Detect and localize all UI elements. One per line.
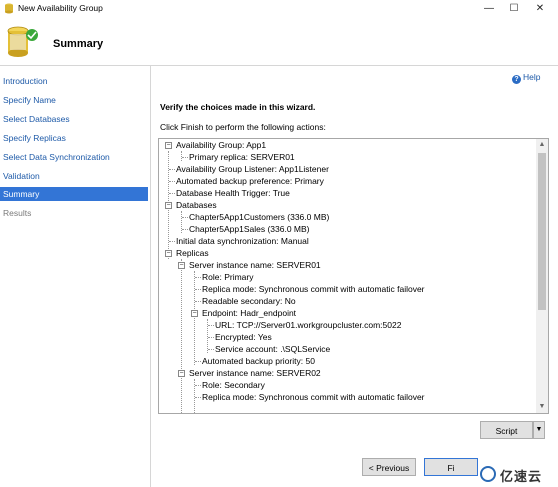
sidebar-item-introduction[interactable]: Introduction	[0, 74, 148, 88]
help-icon: ?	[512, 75, 521, 84]
tree-connector	[181, 151, 182, 161]
collapse-toggle[interactable]: −	[178, 370, 185, 377]
sidebar-item-summary[interactable]: Summary	[0, 187, 148, 201]
help-label: Help	[523, 72, 541, 82]
watermark-text: 亿速云	[500, 469, 543, 484]
page-title: Summary	[53, 38, 104, 50]
script-dropdown-button[interactable]: ▼	[533, 421, 545, 439]
watermark-logo-icon	[480, 466, 496, 482]
tree-item: Server instance name: SERVER02	[189, 368, 321, 378]
sidebar-item-validation[interactable]: Validation	[0, 169, 148, 183]
tree-item: Automated backup preference: Primary	[176, 176, 324, 186]
tree-item: Database Health Trigger: True	[176, 188, 290, 198]
summary-heading: Verify the choices made in this wizard.	[160, 102, 316, 112]
tree-item: Role: Secondary	[202, 380, 265, 390]
summary-instructions: Click Finish to perform the following ac…	[160, 122, 326, 132]
sidebar-item-select-databases[interactable]: Select Databases	[0, 112, 148, 126]
summary-tree[interactable]: − Availability Group: App1 Primary repli…	[158, 138, 549, 414]
tree-connector	[169, 181, 175, 182]
tree-connector	[195, 361, 201, 362]
tree-item: Role: Primary	[202, 272, 254, 282]
tree-item: Replica mode: Synchronous commit with au…	[202, 392, 425, 402]
sidebar-item-select-data-sync[interactable]: Select Data Synchronization	[0, 150, 148, 164]
close-button[interactable]: ✕	[528, 0, 552, 17]
chevron-down-icon: ▼	[535, 426, 543, 433]
tree-item: Databases	[176, 200, 217, 210]
tree-item: Server instance name: SERVER01	[189, 260, 321, 270]
sidebar-item-specify-replicas[interactable]: Specify Replicas	[0, 131, 148, 145]
database-wizard-icon	[7, 26, 38, 57]
tree-item: Automated backup priority: 50	[202, 356, 315, 366]
availability-group-icon	[5, 3, 13, 14]
tree-connector	[195, 277, 201, 278]
watermark: 亿速云	[478, 463, 558, 487]
wizard-sidebar: Introduction Specify Name Select Databas…	[0, 66, 151, 487]
tree-connector	[208, 325, 214, 326]
previous-button[interactable]: < Previous	[362, 458, 416, 476]
collapse-toggle[interactable]: −	[165, 250, 172, 257]
finish-button[interactable]: Fi	[424, 458, 478, 476]
collapse-toggle[interactable]: −	[191, 310, 198, 317]
collapse-toggle[interactable]: −	[165, 202, 172, 209]
window-title: New Availability Group	[18, 3, 103, 13]
tree-connector	[182, 217, 188, 218]
minimize-button[interactable]: —	[477, 0, 501, 17]
tree-connector	[181, 259, 182, 413]
tree-connector	[195, 397, 201, 398]
tree-connector	[194, 271, 195, 365]
scrollbar-thumb[interactable]	[538, 153, 546, 310]
tree-item: Initial data synchronization: Manual	[176, 236, 309, 246]
tree-connector	[182, 229, 188, 230]
tree-item: Service account: .\SQLService	[215, 344, 331, 354]
tree-scrollbar[interactable]: ▲ ▼	[536, 139, 548, 413]
scroll-up-icon[interactable]: ▲	[536, 139, 548, 151]
tree-item: Primary replica: SERVER01	[189, 152, 295, 162]
tree-connector	[169, 241, 175, 242]
tree-item: Chapter5App1Customers (336.0 MB)	[189, 212, 330, 222]
tree-item: Availability Group Listener: App1Listene…	[176, 164, 329, 174]
tree-item: Endpoint: Hadr_endpoint	[202, 308, 297, 318]
tree-connector	[195, 385, 201, 386]
help-link[interactable]: ? Help	[512, 72, 540, 84]
title-bar: New Availability Group — ☐ ✕	[0, 0, 558, 17]
tree-connector	[208, 337, 214, 338]
sidebar-item-specify-name[interactable]: Specify Name	[0, 93, 148, 107]
sidebar-item-results: Results	[3, 208, 32, 218]
tree-connector	[182, 157, 188, 158]
tree-item: URL: TCP://Server01.workgroupcluster.com…	[215, 320, 402, 330]
collapse-toggle[interactable]: −	[165, 142, 172, 149]
tree-item: Replica mode: Synchronous commit with au…	[202, 284, 425, 294]
tree-connector	[169, 193, 175, 194]
tree-item: Encrypted: Yes	[215, 332, 272, 342]
tree-item: Readable secondary: No	[202, 296, 296, 306]
tree-item: Replicas	[176, 248, 209, 258]
tree-item: Chapter5App1Sales (336.0 MB)	[189, 224, 310, 234]
tree-connector	[195, 289, 201, 290]
tree-connector	[208, 349, 214, 350]
script-button[interactable]: Script	[480, 421, 533, 439]
wizard-header: Summary	[0, 17, 558, 66]
tree-connector	[195, 301, 201, 302]
scroll-down-icon[interactable]: ▼	[536, 401, 548, 413]
tree-item: Availability Group: App1	[176, 140, 267, 150]
maximize-button[interactable]: ☐	[502, 0, 526, 17]
tree-connector	[169, 169, 175, 170]
collapse-toggle[interactable]: −	[178, 262, 185, 269]
